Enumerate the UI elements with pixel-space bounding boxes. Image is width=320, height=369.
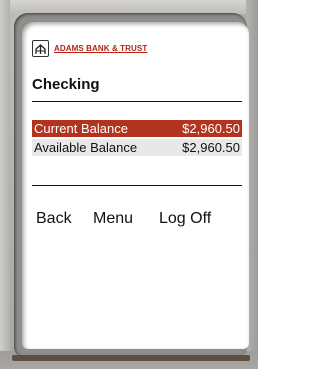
bank-name-link[interactable]: ADAMS BANK & TRUST [54,44,147,53]
balance-label: Current Balance [34,121,128,136]
phone-screen: ADAMS BANK & TRUST Checking Current Bala… [22,22,249,349]
divider-top [32,101,242,102]
log-off-link[interactable]: Log Off [159,210,211,228]
bezel-left [0,0,10,369]
balance-value: $2,960.50 [182,140,240,155]
menu-link[interactable]: Menu [93,210,133,228]
bank-logo-icon [32,39,49,57]
balance-row-current[interactable]: Current Balance $2,960.50 [32,120,242,137]
divider-bottom [32,185,242,186]
bezel-top [0,0,258,14]
balance-row-available[interactable]: Available Balance $2,960.50 [32,139,242,156]
balance-label: Available Balance [34,140,138,155]
balance-value: $2,960.50 [182,121,240,136]
bank-header: ADAMS BANK & TRUST [32,39,147,57]
bezel-bottom-strip [12,355,250,361]
page-title: Checking [32,76,100,93]
back-link[interactable]: Back [36,210,72,228]
